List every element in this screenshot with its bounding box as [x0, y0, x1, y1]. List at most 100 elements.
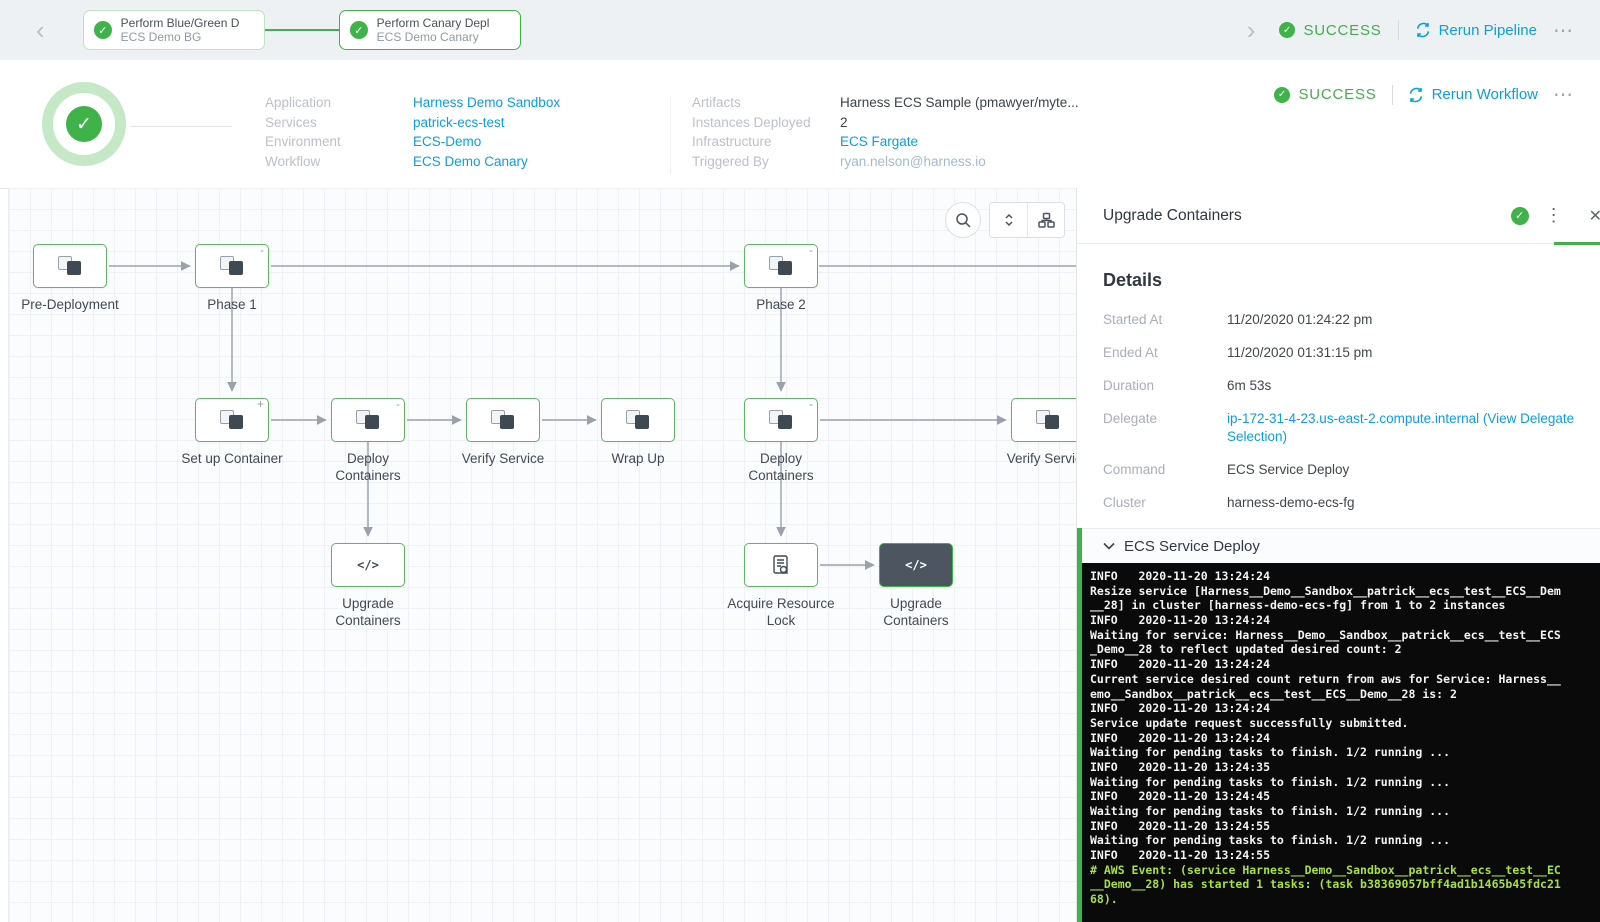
app-root: ‹ ✓ Perform Blue/Green D ECS Demo BG ✓ Perfo…: [0, 0, 1600, 922]
field-value[interactable]: ECS Fargate: [840, 132, 1079, 152]
pipeline-topbar-right: › ✓ SUCCESS Rerun Pipeline ⋯: [1239, 17, 1600, 43]
field-value[interactable]: ECS-Demo: [413, 132, 560, 152]
node-wrap-up[interactable]: [601, 398, 675, 442]
detail-value: ECS Service Deploy: [1227, 462, 1350, 477]
rerun-workflow-label: Rerun Workflow: [1431, 86, 1538, 103]
rerun-workflow-button[interactable]: Rerun Workflow: [1408, 86, 1538, 103]
workflow-more-button[interactable]: ⋯: [1553, 82, 1574, 107]
magnifier-icon: [955, 212, 971, 228]
node-verify-service-2[interactable]: [1011, 398, 1077, 442]
collapse-toggle[interactable]: -: [396, 398, 400, 410]
log-line: __28] in cluster [harness-demo-ecs-fg] f…: [1090, 598, 1506, 613]
field-value[interactable]: Harness Demo Sandbox: [413, 93, 560, 113]
detail-row-command: Command ECS Service Deploy: [1103, 461, 1590, 479]
collapse-toggle[interactable]: -: [809, 398, 813, 410]
workflow-field-row: Instances Deployed 2: [692, 113, 1079, 133]
panel-header: Upgrade Containers ✓ ⋮ ✕: [1077, 188, 1600, 245]
field-value[interactable]: ryan.nelson@harness.io: [840, 152, 1079, 172]
stage-title: Perform Canary Depl: [376, 16, 490, 30]
log-line: Resize service [Harness__Demo__Sandbox__…: [1090, 583, 1561, 598]
stage-card-1[interactable]: ✓ Perform Blue/Green D ECS Demo BG: [82, 10, 265, 50]
stage-texts: Perform Canary Depl ECS Demo Canary: [377, 16, 490, 44]
step-menu-button[interactable]: ⋮: [1545, 205, 1563, 226]
steps-icon: [626, 409, 650, 431]
rerun-pipeline-button[interactable]: Rerun Pipeline: [1415, 22, 1537, 39]
node-upgrade-containers-1[interactable]: </>: [331, 543, 405, 587]
log-section: ECS Service Deploy INFO 2020-11-20 13:24…: [1077, 528, 1600, 922]
pipeline-more-button[interactable]: ⋯: [1553, 18, 1574, 43]
log-line: 68).: [1090, 892, 1118, 907]
check-icon: ✓: [1274, 86, 1291, 103]
stage-card-2[interactable]: ✓ Perform Canary Depl ECS Demo Canary: [338, 10, 521, 50]
workflow-field-row: Services patrick-ecs-test: [265, 113, 560, 133]
field-value[interactable]: ECS Demo Canary: [413, 152, 560, 172]
log-line: INFO 2020-11-20 13:24:24: [1090, 730, 1271, 745]
node-phase-2[interactable]: -: [744, 244, 818, 288]
node-label: Phase 1: [207, 297, 257, 312]
rerun-icon: [1409, 87, 1422, 102]
workflow-header-right: ✓ SUCCESS Rerun Workflow ⋯: [1274, 82, 1574, 107]
panel-close-button[interactable]: ✕: [1589, 206, 1600, 226]
node-setup-container[interactable]: +: [195, 398, 269, 442]
steps-icon: [356, 409, 380, 431]
log-line: Waiting for pending tasks to finish. 1/2…: [1090, 804, 1451, 818]
rerun-icon: [1416, 22, 1429, 38]
node-label: Upgrade Containers: [883, 596, 949, 628]
collapse-toggle[interactable]: -: [809, 244, 813, 256]
node-verify-service-1[interactable]: [466, 398, 540, 442]
node-upgrade-containers-2[interactable]: </>: [879, 543, 953, 587]
log-line: INFO 2020-11-20 13:24:24: [1090, 701, 1271, 716]
check-icon: ✓: [66, 106, 102, 142]
expand-vertical-button[interactable]: [990, 203, 1027, 237]
zoom-button[interactable]: [945, 202, 981, 238]
field-label: Infrastructure: [692, 134, 772, 149]
detail-row-delegate: Delegate ip-172-31-4-23.us-east-2.compute…: [1103, 410, 1590, 446]
field-label: Artifacts: [692, 95, 741, 110]
log-section-header[interactable]: ECS Service Deploy: [1082, 528, 1600, 563]
log-line: INFO 2020-11-20 13:24:24: [1090, 657, 1271, 672]
field-label: Workflow: [265, 153, 321, 169]
steps-icon: [491, 409, 515, 431]
steps-icon: [220, 255, 244, 277]
node-deploy-containers-1[interactable]: -: [331, 398, 405, 442]
node-label: Set up Container: [181, 451, 283, 466]
collapse-toggle[interactable]: -: [260, 244, 264, 256]
details-heading: Details: [1103, 270, 1163, 290]
next-stage-button[interactable]: ›: [1239, 17, 1264, 43]
detail-value: harness-demo-ecs-fg: [1227, 495, 1355, 510]
workflow-canvas[interactable]: Pre-Deployment - Phase 1 - Phase 2 + Set up Co…: [8, 188, 1077, 922]
log-line: Waiting for service: Harness__Demo__Sand…: [1090, 627, 1561, 642]
log-line: INFO 2020-11-20 13:24:35: [1090, 759, 1271, 774]
node-pre-deployment[interactable]: [33, 244, 107, 288]
field-value[interactable]: patrick-ecs-test: [413, 113, 560, 133]
detail-value[interactable]: ip-172-31-4-23.us-east-2.compute.interna…: [1227, 410, 1590, 446]
divider: [1391, 84, 1393, 105]
pipeline-status-label: SUCCESS: [1303, 21, 1382, 39]
canvas-toolbar: [945, 202, 1065, 238]
steps-icon: [769, 409, 793, 431]
layout-graph-button[interactable]: [1027, 203, 1064, 237]
node-label: Phase 2: [756, 297, 806, 312]
workflow-field-row: Infrastructure ECS Fargate: [692, 132, 1079, 152]
collapse-toggle[interactable]: +: [257, 398, 264, 410]
prev-stage-button[interactable]: ‹: [28, 17, 53, 43]
workflow-success-icon: ✓: [42, 82, 126, 166]
node-deploy-containers-2[interactable]: -: [744, 398, 818, 442]
node-phase-1[interactable]: -: [195, 244, 269, 288]
stage-success-icon: ✓: [93, 21, 112, 39]
field-label: Application: [265, 95, 332, 110]
code-icon: </>: [905, 558, 927, 572]
pipeline-status-badge: ✓ SUCCESS: [1279, 22, 1381, 39]
up-down-arrows-icon: [1004, 213, 1013, 227]
log-console[interactable]: INFO 2020-11-20 13:24:24 Resize service […: [1082, 563, 1600, 922]
node-label: Deploy Containers: [748, 451, 814, 483]
check-icon: ✓: [1279, 22, 1296, 38]
node-acquire-resource-lock[interactable]: [744, 543, 818, 587]
detail-label: Command: [1103, 462, 1166, 477]
code-icon: </>: [357, 558, 379, 572]
rerun-pipeline-label: Rerun Pipeline: [1438, 21, 1537, 39]
detail-label: Duration: [1103, 378, 1155, 393]
workflow-status-label: SUCCESS: [1298, 86, 1377, 103]
detail-value: 11/20/2020 01:24:22 pm: [1227, 312, 1373, 327]
stage-texts: Perform Blue/Green D ECS Demo BG: [121, 16, 240, 44]
